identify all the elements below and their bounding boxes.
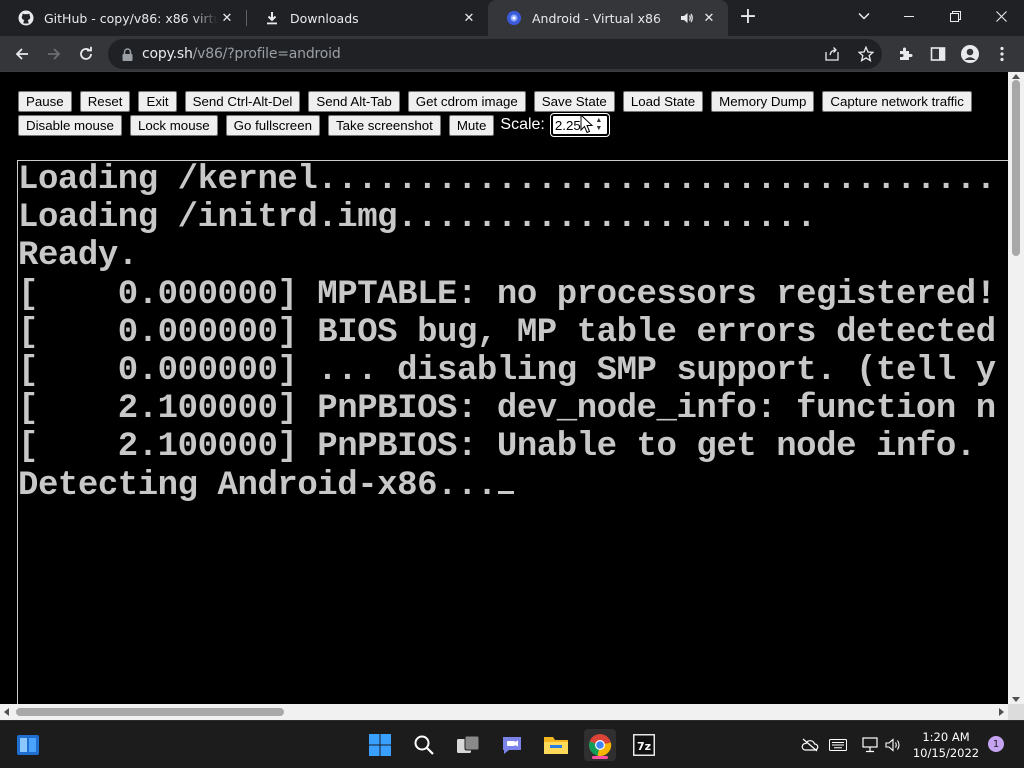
close-tab-icon[interactable]: ✕ xyxy=(700,9,718,27)
send-alt-tab-button[interactable]: Send Alt-Tab xyxy=(308,90,400,112)
exit-button[interactable]: Exit xyxy=(138,90,177,112)
emulator-screen[interactable]: Loading /kernel.........................… xyxy=(17,160,1008,704)
memory-dump-button[interactable]: Memory Dump xyxy=(711,90,815,112)
scroll-right-arrow-icon[interactable] xyxy=(999,708,1004,716)
volume-icon[interactable] xyxy=(884,733,904,757)
terminal-line: Loading /initrd.img..................... xyxy=(18,199,817,238)
bookmark-star-icon[interactable] xyxy=(858,46,874,62)
menu-kebab-icon[interactable] xyxy=(988,40,1016,68)
go-fullscreen-button[interactable]: Go fullscreen xyxy=(225,114,320,136)
get-cdrom-image-button[interactable]: Get cdrom image xyxy=(407,90,526,112)
minimize-button[interactable] xyxy=(886,0,932,32)
terminal-line: [ 0.000000] ... disabling SMP support. (… xyxy=(18,351,996,390)
cloud-offline-icon[interactable] xyxy=(800,733,820,757)
terminal-line: [ 0.000000] BIOS bug, MP table errors de… xyxy=(18,313,996,352)
capture-network-traffic-button[interactable]: Capture network traffic xyxy=(822,90,972,112)
controls-row-2: Disable mouse Lock mouse Go fullscreen T… xyxy=(18,113,1008,137)
terminal-line: Loading /kernel.........................… xyxy=(18,161,996,199)
notification-badge[interactable]: 1 xyxy=(988,736,1004,752)
terminal-line: [ 2.100000] PnPBIOS: dev_node_info: func… xyxy=(18,390,996,429)
task-view-icon[interactable] xyxy=(452,729,484,761)
terminal-line-last: Detecting Android-x86... xyxy=(18,467,1008,505)
close-tab-icon[interactable]: ✕ xyxy=(460,9,478,27)
horizontal-scrollbar[interactable] xyxy=(0,704,1008,720)
tab-title: Android - Virtual x86 xyxy=(532,10,661,26)
text-cursor xyxy=(497,490,514,494)
new-tab-button[interactable]: + xyxy=(736,6,760,30)
close-window-button[interactable] xyxy=(978,0,1024,32)
github-icon xyxy=(18,10,34,26)
address-bar[interactable]: copy.sh/v86/?profile=android xyxy=(108,39,882,69)
url-path: /v86/?profile=android xyxy=(192,46,341,62)
scale-value: 2.25 xyxy=(554,117,581,133)
file-explorer-icon[interactable] xyxy=(540,729,572,761)
extensions-icon[interactable] xyxy=(892,40,920,68)
network-ethernet-icon[interactable] xyxy=(860,733,880,757)
controls-row-1: Pause Reset Exit Send Ctrl-Alt-Del Send … xyxy=(18,90,1008,112)
teams-chat-icon[interactable] xyxy=(496,729,528,761)
clock-date: 10/15/2022 xyxy=(912,746,980,760)
disable-mouse-button[interactable]: Disable mouse xyxy=(18,114,122,136)
url-host: copy.sh xyxy=(142,46,193,62)
side-panel-icon[interactable] xyxy=(924,40,952,68)
tab-strip: GitHub - copy/v86: x86 virtualization in… xyxy=(0,0,1024,36)
clock-time: 1:20 AM xyxy=(922,730,970,744)
search-icon[interactable] xyxy=(408,729,440,761)
tab-search-chevron-icon[interactable] xyxy=(852,4,876,28)
terminal-line: Ready. xyxy=(18,237,138,276)
lock-icon[interactable] xyxy=(120,47,134,61)
forward-button[interactable] xyxy=(40,40,68,68)
take-screenshot-button[interactable]: Take screenshot xyxy=(328,114,441,136)
scroll-left-arrow-icon[interactable] xyxy=(4,708,9,716)
download-icon xyxy=(264,10,280,26)
7zip-icon[interactable]: 7z xyxy=(628,729,660,761)
system-clock[interactable]: 1:20 AM 10/15/2022 xyxy=(910,729,982,761)
vertical-scroll-thumb[interactable] xyxy=(1012,80,1020,256)
keyboard-icon[interactable] xyxy=(828,733,848,757)
scroll-down-arrow-icon[interactable] xyxy=(1012,697,1020,702)
chrome-taskbar-icon[interactable] xyxy=(584,729,616,761)
scale-label: Scale: xyxy=(500,116,545,133)
tab-title: Downloads xyxy=(290,10,359,26)
reset-button[interactable]: Reset xyxy=(79,90,131,112)
windows-start-icon[interactable] xyxy=(364,729,396,761)
scale-spinner-icon[interactable]: ▲ ▼ xyxy=(593,117,605,133)
browser-toolbar: copy.sh/v86/?profile=android xyxy=(0,36,1024,72)
terminal-line: [ 0.000000] MPTABLE: no processors regis… xyxy=(18,275,996,314)
terminal-line-text: Detecting Android-x86... xyxy=(18,466,497,505)
tab-android-virtual-x86[interactable]: Android - Virtual x86 ✕ xyxy=(488,0,728,36)
active-app-indicator xyxy=(592,756,608,759)
back-button[interactable] xyxy=(8,40,36,68)
scrollbar-corner xyxy=(1008,704,1024,720)
vertical-scrollbar[interactable] xyxy=(1008,72,1024,704)
svg-text:7z: 7z xyxy=(637,740,651,753)
reload-button[interactable] xyxy=(72,40,100,68)
speaker-icon[interactable] xyxy=(678,9,696,27)
share-icon[interactable] xyxy=(824,46,840,62)
profile-avatar-icon[interactable] xyxy=(956,40,984,68)
tab-github[interactable]: GitHub - copy/v86: x86 virtualization in… xyxy=(0,0,246,36)
mute-button[interactable]: Mute xyxy=(448,114,495,136)
tab-downloads[interactable]: Downloads ✕ xyxy=(246,0,488,36)
close-tab-icon[interactable]: ✕ xyxy=(218,9,236,27)
load-state-button[interactable]: Load State xyxy=(622,90,704,112)
send-ctrl-alt-del-button[interactable]: Send Ctrl-Alt-Del xyxy=(184,90,301,112)
terminal-line: [ 2.100000] PnPBIOS: Unable to get node … xyxy=(18,428,996,467)
v86-icon xyxy=(506,10,522,26)
restore-button[interactable] xyxy=(932,0,978,32)
mouse-cursor-icon xyxy=(580,114,594,134)
windows-taskbar: 7z 1:20 AM 10/15/2022 xyxy=(0,720,1024,768)
emulator-controls: Pause Reset Exit Send Ctrl-Alt-Del Send … xyxy=(18,90,1008,138)
scroll-up-arrow-icon[interactable] xyxy=(1012,74,1020,79)
pause-button[interactable]: Pause xyxy=(18,90,72,112)
task-view-widget-icon[interactable] xyxy=(12,729,44,761)
save-state-button[interactable]: Save State xyxy=(533,90,615,112)
tab-title: GitHub - copy/v86: x86 virtualization in… xyxy=(44,10,218,26)
lock-mouse-button[interactable]: Lock mouse xyxy=(129,114,218,136)
horizontal-scroll-thumb[interactable] xyxy=(16,708,284,716)
web-page: Pause Reset Exit Send Ctrl-Alt-Del Send … xyxy=(0,72,1008,704)
url-text: copy.sh/v86/?profile=android xyxy=(142,46,341,62)
